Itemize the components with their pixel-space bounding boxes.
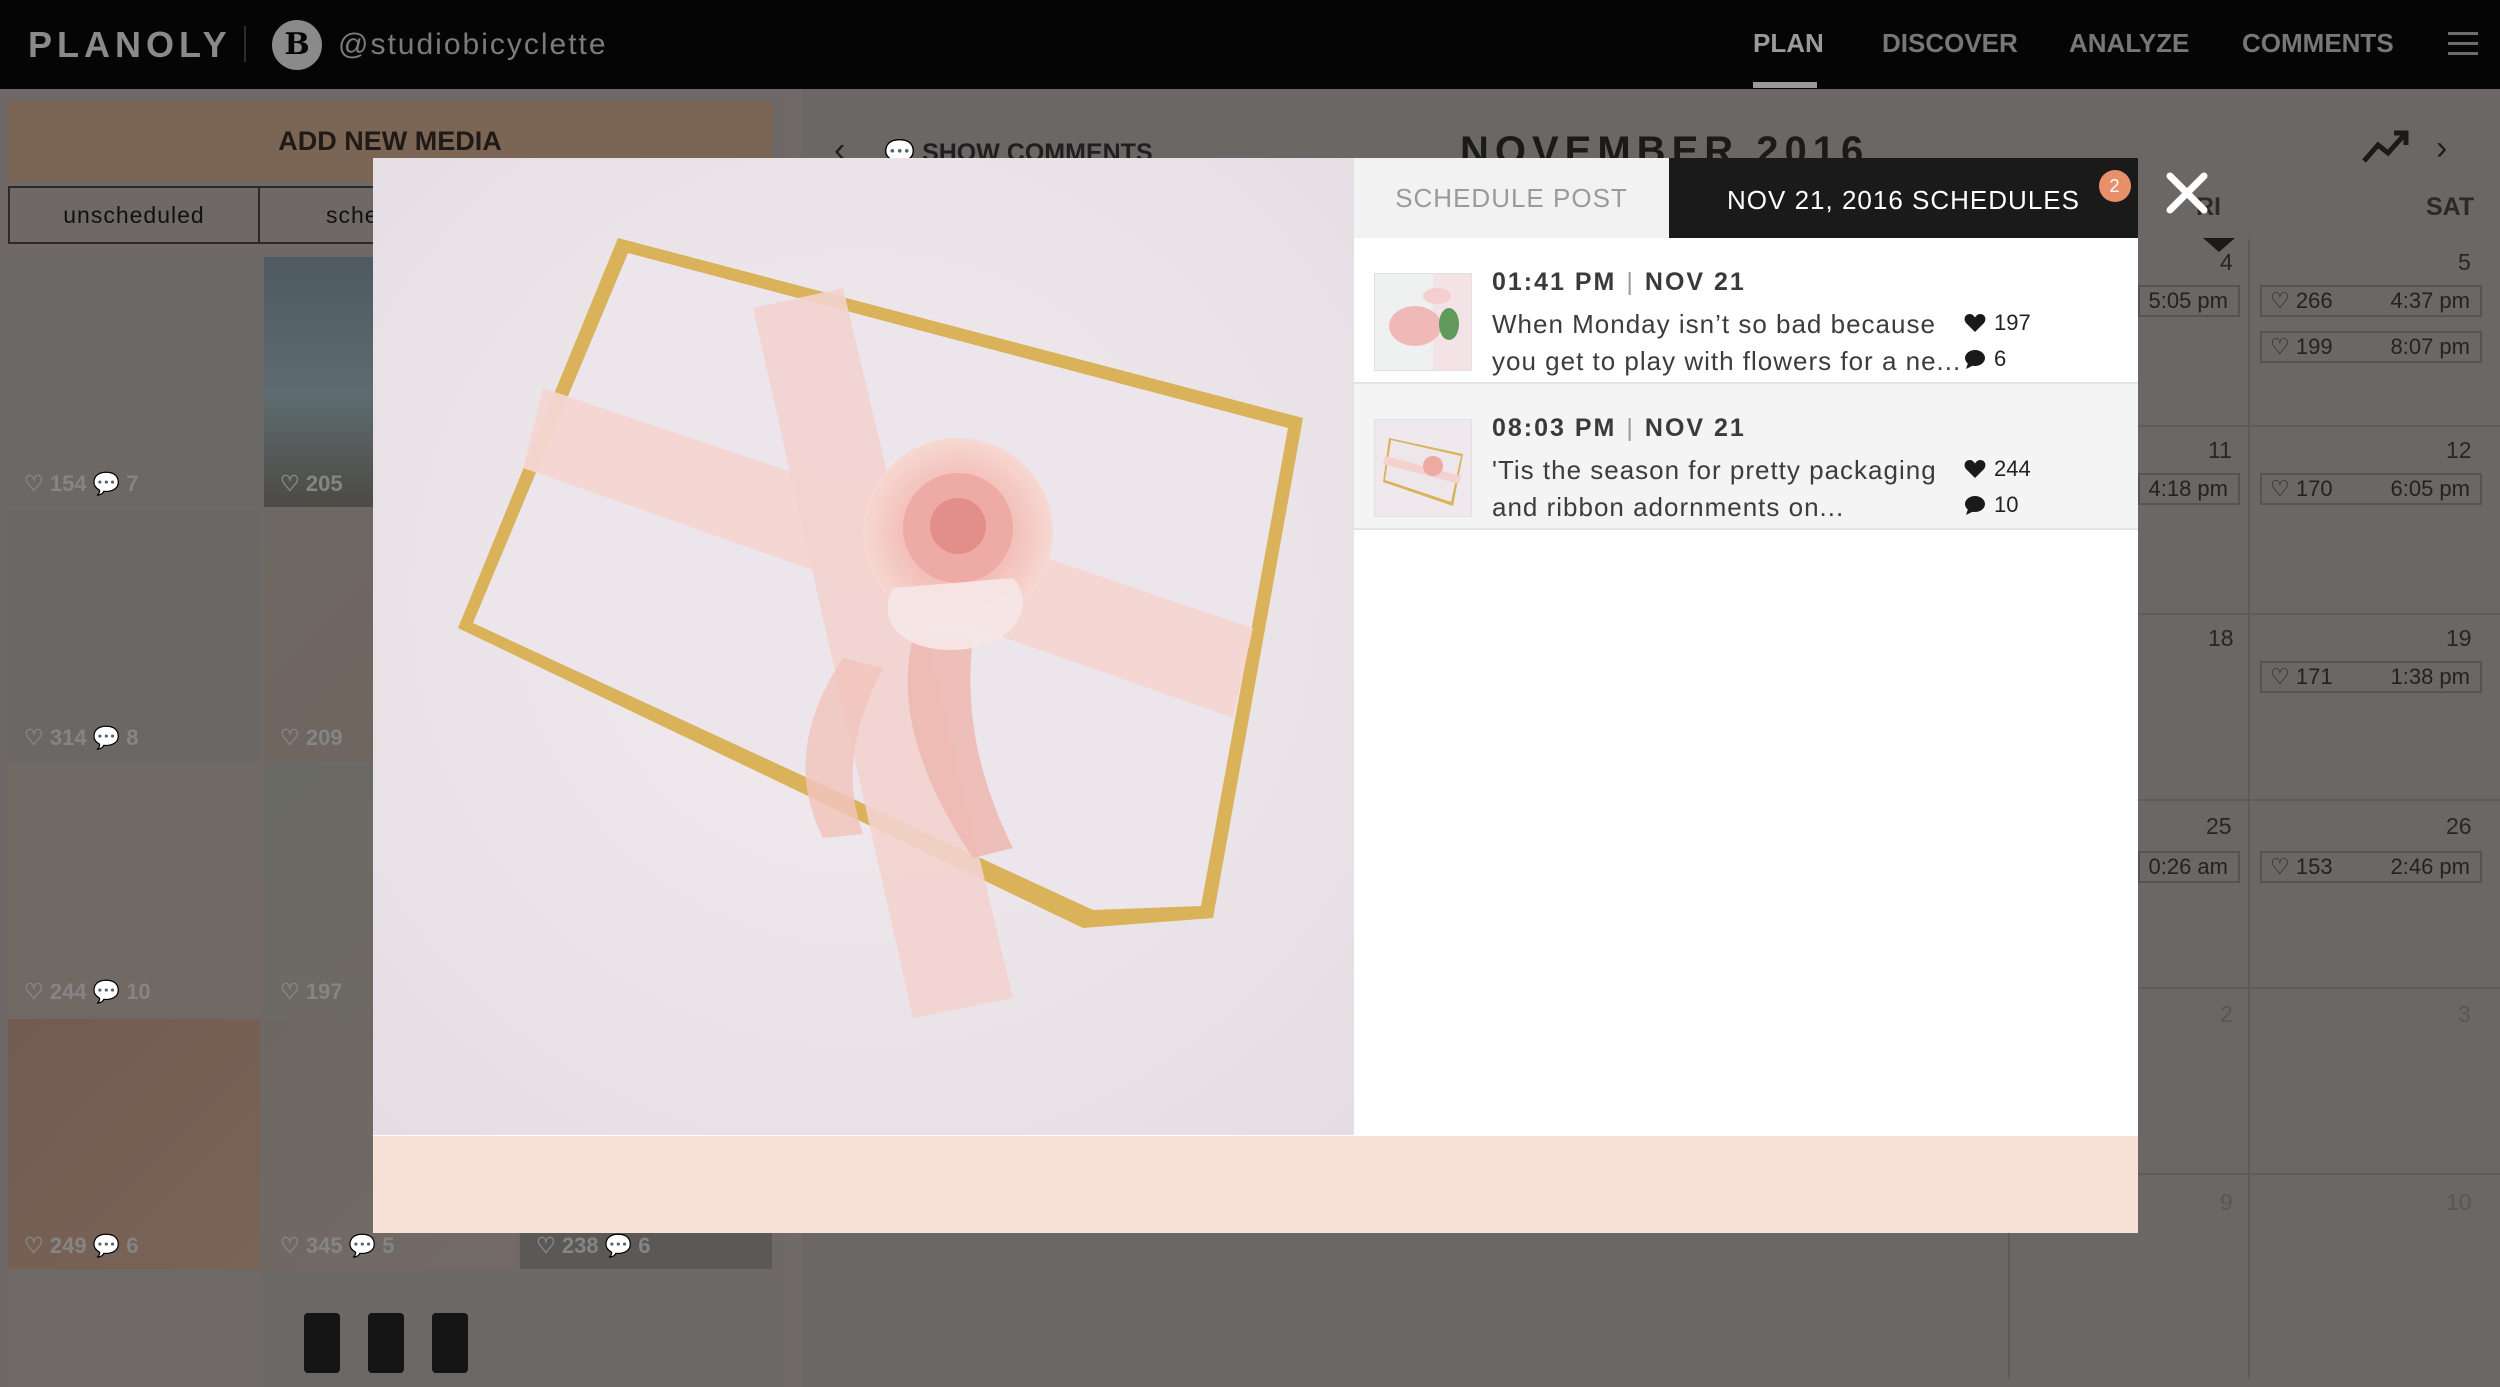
schedule-comments: 6 [1964, 346, 2006, 372]
heart-icon [1964, 314, 1986, 332]
close-icon[interactable] [2162, 168, 2212, 218]
schedule-likes: 244 [1964, 456, 2031, 482]
tab-pointer [2203, 238, 2235, 252]
heart-icon [1964, 460, 1986, 478]
schedule-caption: 'Tis the season for pretty packaging and… [1492, 455, 1937, 522]
schedule-comments: 10 [1964, 492, 2018, 518]
comment-bubble-icon [1965, 350, 1985, 369]
schedule-thumbnail [1374, 419, 1472, 517]
tab-day-schedules-label: NOV 21, 2016 SCHEDULES [1727, 185, 2080, 215]
schedule-time: 01:41 PM | NOV 21 [1492, 268, 1746, 296]
tab-schedule-post[interactable]: SCHEDULE POST [1354, 158, 1669, 238]
modal-footer [373, 1136, 2138, 1233]
tab-day-schedules[interactable]: NOV 21, 2016 SCHEDULES 2 [1669, 158, 2235, 252]
post-image [373, 158, 1354, 1135]
comment-bubble-icon [1965, 496, 1985, 515]
gift-box-photo [373, 158, 1354, 1135]
schedule-time: 08:03 PM | NOV 21 [1492, 414, 1746, 442]
post-preview-modal: SCHEDULE POST NOV 21, 2016 SCHEDULES 2 0… [373, 158, 2235, 1233]
schedule-list: 01:41 PM | NOV 21 When Monday isn’t so bad… [1354, 238, 2138, 530]
schedule-thumbnail [1374, 273, 1472, 371]
schedule-count-badge: 2 [2099, 170, 2131, 202]
schedule-caption: When Monday isn’t so bad because you get… [1492, 309, 1962, 376]
schedule-item[interactable]: 08:03 PM | NOV 21 'Tis the season for pret… [1354, 384, 2138, 530]
schedule-item[interactable]: 01:41 PM | NOV 21 When Monday isn’t so bad… [1354, 238, 2138, 384]
modal-tabs: SCHEDULE POST NOV 21, 2016 SCHEDULES 2 [1354, 158, 2235, 252]
schedule-likes: 197 [1964, 310, 2031, 336]
